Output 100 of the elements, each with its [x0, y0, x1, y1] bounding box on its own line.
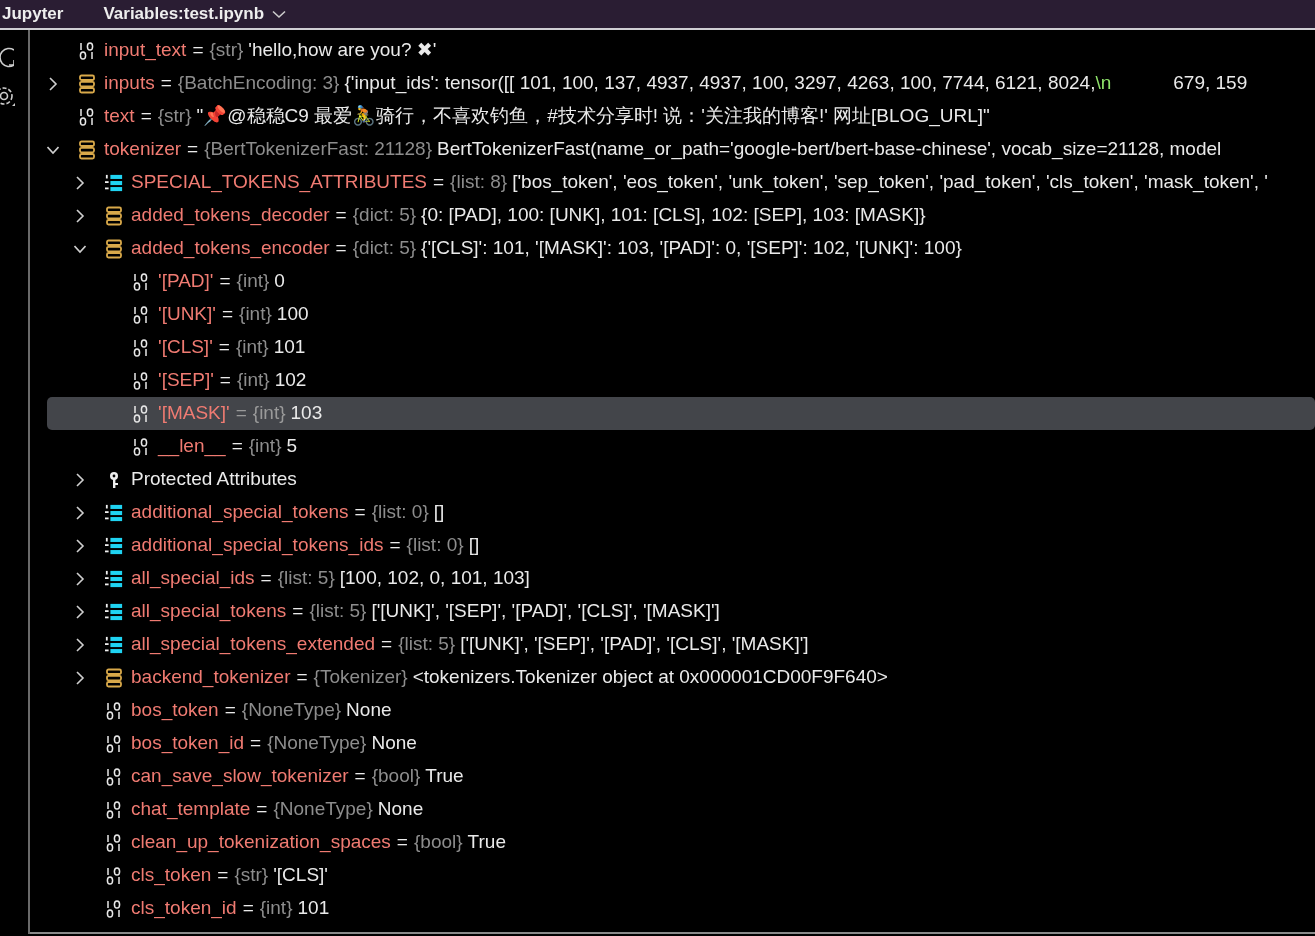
- binary-icon: [132, 337, 150, 358]
- expand-icon[interactable]: [74, 505, 86, 520]
- variable-name: chat_template: [131, 797, 251, 822]
- refresh-icon[interactable]: [0, 46, 14, 68]
- variable-value: None: [371, 731, 417, 756]
- variable-type: {dict: 5}: [352, 236, 417, 261]
- equals-sign: =: [335, 236, 347, 261]
- variable-value: True: [425, 764, 464, 789]
- variable-name: '[PAD]': [158, 269, 214, 294]
- equals-sign: =: [219, 368, 231, 393]
- variable-type: {NoneType}: [241, 698, 342, 723]
- equals-sign: =: [389, 533, 401, 558]
- equals-sign: =: [219, 269, 231, 294]
- tree-row[interactable]: cls_token = {str} '[CLS]': [47, 859, 1315, 892]
- variable-name: bos_token_id: [131, 731, 245, 756]
- tree-row[interactable]: cls_token_id = {int} 101: [47, 892, 1315, 925]
- expand-icon[interactable]: [74, 208, 86, 223]
- variable-type: {dict: 5}: [352, 203, 417, 228]
- binary-icon: [105, 766, 123, 787]
- tree-row[interactable]: all_special_tokens = {list: 5} ['[UNK]', '[SEP]', '[PAD]', '[CLS]', '[MASK]']: [47, 595, 1315, 628]
- equals-sign: =: [381, 632, 393, 657]
- equals-sign: =: [218, 335, 230, 360]
- tree-row[interactable]: all_special_ids = {list: 5} [100, 102, 0, 101, 103]: [47, 562, 1315, 595]
- tree-row[interactable]: '[PAD]' = {int} 0: [47, 265, 1315, 298]
- variable-name: backend_tokenizer: [131, 665, 291, 690]
- equals-sign: =: [140, 104, 152, 129]
- binary-icon: [105, 733, 123, 754]
- tree-row[interactable]: all_special_tokens_extended = {list: 5} ['[UNK]', '[SEP]', '[PAD]', '[CLS]', '[MASK]']: [47, 628, 1315, 661]
- numbered-list-icon: [105, 601, 123, 622]
- expand-icon[interactable]: [74, 670, 86, 685]
- expand-icon[interactable]: [74, 175, 86, 190]
- tree-row[interactable]: additional_special_tokens = {list: 0} []: [47, 496, 1315, 529]
- app-title: Jupyter: [2, 3, 64, 25]
- tree-row[interactable]: input_text = {str} 'hello,how are you? ✖': [47, 34, 1315, 67]
- variable-type: {str}: [209, 38, 244, 63]
- tree-row[interactable]: '[SEP]' = {int} 102: [47, 364, 1315, 397]
- equals-sign: =: [292, 599, 304, 624]
- variable-value: 5: [286, 434, 298, 459]
- tree-row[interactable]: '[UNK]' = {int} 100: [47, 298, 1315, 331]
- variable-name: input_text: [104, 38, 187, 63]
- equals-sign: =: [217, 863, 229, 888]
- expand-icon[interactable]: [74, 604, 86, 619]
- variable-value: None: [346, 698, 392, 723]
- variable-value: 'hello,how are you? ✖': [248, 38, 437, 63]
- equals-sign: =: [221, 302, 234, 327]
- expand-icon[interactable]: [47, 76, 59, 91]
- variable-name: '[MASK]': [158, 401, 230, 426]
- tree-row[interactable]: SPECIAL_TOKENS_ATTRIBUTES = {list: 8} ['bos_token', 'eos_token', 'unk_token', 'sep_token', 'pad_token', 'cls_token', 'mask_token', ': [47, 166, 1315, 199]
- variable-type: {str}: [157, 104, 192, 129]
- variable-value: 103: [290, 401, 323, 426]
- tree-row[interactable]: chat_template = {NoneType} None: [47, 793, 1315, 826]
- tree-row[interactable]: bos_token = {NoneType} None: [47, 694, 1315, 727]
- tree-row[interactable]: added_tokens_encoder = {dict: 5} {'[CLS]': 101, '[MASK]': 103, '[PAD]': 0, '[SEP]': 102, '[UNK]': 100}: [47, 232, 1315, 265]
- tree-row[interactable]: text = {str} "📌@稳稳C9 最爱🚴骑行，不喜欢钓鱼，#技术分享时! 说：'关注我的博客!' 网址[BLOG_URL]": [47, 100, 1315, 133]
- equals-sign: =: [260, 566, 272, 591]
- expand-icon[interactable]: [74, 538, 86, 553]
- variable-name: tokenizer: [104, 137, 182, 162]
- equals-sign: =: [354, 500, 366, 525]
- tree-row[interactable]: added_tokens_decoder = {dict: 5} {0: [PAD], 100: [UNK], 101: [CLS], 102: [SEP], 103: [MASK]}: [47, 199, 1315, 232]
- variable-name: '[CLS]': [158, 335, 213, 360]
- expand-icon[interactable]: [74, 571, 86, 586]
- variable-value: <tokenizers.Tokenizer object at 0x000001CD00F9F640>: [412, 665, 888, 690]
- tree-row[interactable]: backend_tokenizer = {Tokenizer} <tokenizers.Tokenizer object at 0x000001CD00F9F640>: [47, 661, 1315, 694]
- equals-sign: =: [354, 764, 366, 789]
- tree-row[interactable]: tokenizer = {BertTokenizerFast: 21128} BertTokenizerFast(name_or_path='google-bert/bert-base-chinese', vocab_size=21128, model: [47, 133, 1315, 166]
- variable-type: {Tokenizer}: [313, 665, 408, 690]
- variable-value: 101: [273, 335, 306, 360]
- binary-icon: [78, 106, 96, 127]
- tree-row[interactable]: '[MASK]' = {int} 103: [47, 397, 1315, 430]
- variable-type: {str}: [234, 863, 269, 888]
- variables-tab[interactable]: Variables:test.ipynb: [103, 3, 287, 25]
- variable-value: 100: [276, 302, 309, 327]
- variable-name: __len__: [158, 434, 226, 459]
- variable-value: True: [467, 830, 506, 855]
- tree-row[interactable]: additional_special_tokens_ids = {list: 0} []: [47, 529, 1315, 562]
- variable-type: {BatchEncoding: 3}: [177, 71, 340, 96]
- settings-icon[interactable]: [0, 84, 16, 108]
- variable-type: {int}: [239, 302, 272, 327]
- variable-value: {'[CLS]': 101, '[MASK]': 103, '[PAD]': 0, '[SEP]': 102, '[UNK]': 100}: [421, 236, 962, 261]
- binary-icon: [132, 370, 150, 391]
- tree-row[interactable]: inputs = {BatchEncoding: 3} {'input_ids': tensor([[ 101, 100, 137, 4937, 4937, 100, 3297, 4263, 100, 7744, 6121, 8024,\n 679, 159: [47, 67, 1315, 100]
- tree-row[interactable]: Protected Attributes: [47, 463, 1315, 496]
- tree-row[interactable]: __len__ = {int} 5: [47, 430, 1315, 463]
- binary-icon: [132, 403, 150, 424]
- numbered-list-icon: [105, 634, 123, 655]
- variable-type: {list: 5}: [398, 632, 456, 657]
- variable-type: {bool}: [413, 830, 463, 855]
- equals-sign: =: [224, 698, 236, 723]
- variable-type: {int}: [236, 269, 270, 294]
- stack-icon: [78, 139, 96, 160]
- expand-icon[interactable]: [74, 637, 86, 652]
- variable-type: {NoneType}: [273, 797, 373, 822]
- tree-row[interactable]: '[CLS]' = {int} 101: [47, 331, 1315, 364]
- tree-row[interactable]: bos_token_id = {NoneType} None: [47, 727, 1315, 760]
- expand-icon[interactable]: [74, 472, 86, 487]
- tree-row[interactable]: clean_up_tokenization_spaces = {bool} True: [47, 826, 1315, 859]
- equals-sign: =: [242, 896, 254, 921]
- variable-type: {list: 0}: [406, 533, 464, 558]
- variable-type: {list: 5}: [309, 599, 367, 624]
- tree-row[interactable]: can_save_slow_tokenizer = {bool} True: [47, 760, 1315, 793]
